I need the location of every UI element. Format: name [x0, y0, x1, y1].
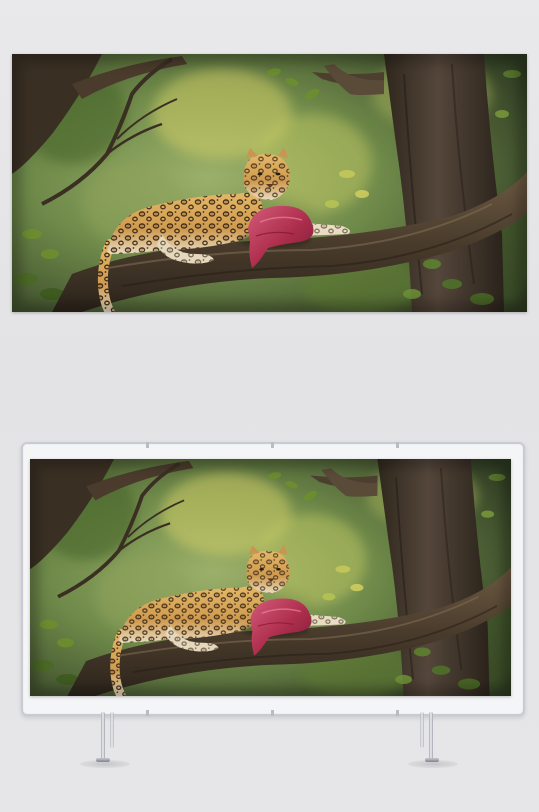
leopard-icon	[12, 54, 527, 312]
leopard-photo	[12, 54, 527, 312]
frame-clip-icon	[146, 442, 149, 448]
stand-leg-right-icon	[429, 712, 433, 760]
floor-shadow	[80, 760, 130, 768]
frame-clip-icon	[396, 710, 399, 716]
frame-clip-icon	[271, 442, 274, 448]
banner-leopard-photo	[30, 459, 511, 696]
floor-shadow	[408, 760, 458, 768]
stand-leg-left-back-icon	[110, 712, 114, 748]
frame-clip-icon	[271, 710, 274, 716]
stand-leg-right-back-icon	[420, 712, 424, 748]
stand-leg-left-icon	[101, 712, 105, 760]
frame-clip-icon	[396, 442, 399, 448]
leopard-icon	[30, 459, 511, 696]
frame-clip-icon	[146, 710, 149, 716]
